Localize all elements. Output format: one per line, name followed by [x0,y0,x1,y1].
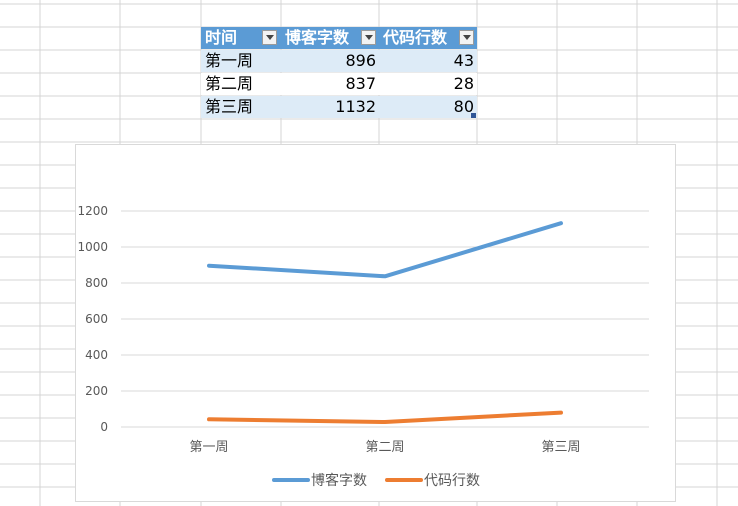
filter-dropdown-icon[interactable] [361,30,376,45]
table-cell[interactable]: 80 [379,96,477,118]
x-tick-label: 第三周 [541,440,580,455]
y-tick-label: 800 [85,276,108,290]
table-cell[interactable]: 第三周 [201,96,281,118]
table-cell[interactable]: 第二周 [201,73,281,95]
table-cell[interactable]: 28 [379,73,477,95]
x-tick-label: 第二周 [365,440,404,455]
table-cell[interactable]: 43 [379,50,477,72]
table-header-label: 时间 [205,28,238,47]
x-tick-label: 第一周 [189,440,228,455]
y-tick-label: 1000 [77,240,108,254]
y-tick-label: 0 [100,420,108,434]
table-cell[interactable]: 896 [281,50,379,72]
legend-label: 代码行数 [424,473,480,489]
line-chart[interactable]: 0 200 400 600 800 1000 1200 第一周 第二周 第三周博客字数 代码行数 [75,144,676,502]
series-line-2[interactable] [207,410,563,424]
table-cell[interactable]: 1132 [281,96,379,118]
y-tick-label: 1200 [77,204,108,218]
table-header-label: 博客字数 [285,28,350,47]
y-tick-label: 400 [85,348,108,362]
table-cell[interactable]: 837 [281,73,379,95]
y-tick-label: 600 [85,312,108,326]
y-tick-label: 200 [85,384,108,398]
table-resize-handle[interactable] [471,113,476,118]
table-header-label: 代码行数 [383,28,448,47]
table-cell[interactable]: 第一周 [201,50,281,72]
chart-plot: 0 200 400 600 800 1000 1200 第一周 第二周 第三周博客字数 代码行数 [77,204,649,489]
filter-dropdown-icon[interactable] [459,30,474,45]
legend-label: 博客字数 [311,472,367,489]
series-line-1[interactable] [207,221,563,279]
filter-dropdown-icon[interactable] [262,30,277,45]
